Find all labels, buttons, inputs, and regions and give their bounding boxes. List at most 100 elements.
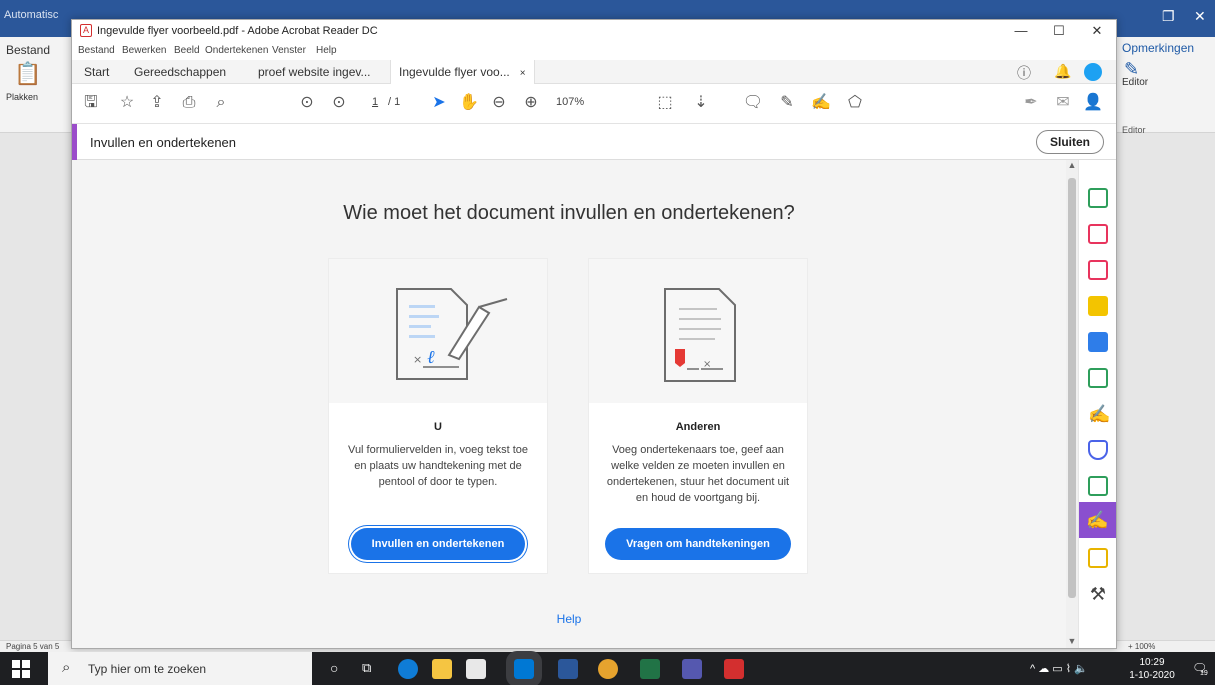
self-sign-illustration: × ℓ [329,259,547,403]
organize-pages-icon[interactable] [1088,224,1108,244]
tab-start[interactable]: Start [76,60,117,84]
edge-icon[interactable] [398,659,418,679]
teams-icon[interactable] [682,659,702,679]
combine-files-icon[interactable] [1088,332,1108,352]
stamp-icon[interactable]: ⬠ [844,92,866,114]
word-ribbon-right: Opmerkingen ✎ Editor Editor [1116,37,1215,135]
export-pdf-icon[interactable] [1088,188,1108,208]
previous-page-icon[interactable]: ⊙ [296,92,318,114]
close-window-icon[interactable]: ✕ [1078,22,1116,40]
sign-toolbar-icon[interactable]: ✍ [810,92,832,114]
word-file-tab[interactable]: Bestand [6,43,50,57]
comment-icon[interactable] [1088,296,1108,316]
scroll-down-icon[interactable]: ▼ [1066,636,1078,646]
help-link[interactable]: Help [72,612,1066,626]
restore-icon[interactable]: ❐ [1162,8,1175,25]
word-autosave-label[interactable]: Automatisc [4,9,58,21]
comments-button[interactable]: Opmerkingen [1122,41,1194,55]
next-page-icon[interactable]: ⊙ [328,92,350,114]
menu-file[interactable]: Bestand [78,45,115,56]
search-zoom-icon[interactable]: ⌕ [210,92,232,114]
measure-icon[interactable] [1088,476,1108,496]
request-signatures-button[interactable]: Vragen om handtekeningen [605,528,791,560]
email-icon[interactable]: ✉ [1052,92,1074,114]
taskbar-search-input[interactable]: Typ hier om te zoeken [88,662,206,676]
store-icon[interactable] [466,659,486,679]
paste-icon[interactable]: 📋 [14,61,41,87]
create-pdf-icon[interactable] [1088,260,1108,280]
others-sign-illustration: × [589,259,807,403]
tab-document-2[interactable]: Ingevulde flyer voo... × [390,60,535,84]
scroll-up-icon[interactable]: ▲ [1066,160,1078,170]
windows-start-icon[interactable] [12,660,30,678]
close-tab-icon[interactable]: × [520,68,526,79]
bookmark-star-icon[interactable]: ☆ [116,92,138,114]
hand-tool-icon[interactable]: ✋ [458,92,480,114]
task-view-icon[interactable]: ⧉ [362,660,371,676]
help-icon[interactable]: ⓘ [1017,63,1031,83]
minimize-icon[interactable]: — [1002,22,1040,40]
main-toolbar: 🖫 ☆ ⇪ ⎙ ⌕ ⊙ ⊙ 1 / 1 ➤ ✋ ⊖ ⊕ 107% ⬚ ⇣ 🗨 ✎… [72,84,1116,124]
menu-sign[interactable]: Ondertekenen [205,45,268,56]
chrome-icon[interactable] [598,659,618,679]
share-user-icon[interactable]: 👤 [1082,92,1104,114]
excel-icon[interactable] [640,659,660,679]
fit-page-icon[interactable]: ⬚ [654,92,676,114]
tab-document-1[interactable]: proef website ingev... [250,60,379,84]
more-tools-icon[interactable]: ⚒ [1088,584,1108,604]
acrobat-taskbar-icon[interactable] [724,659,744,679]
vertical-scrollbar[interactable]: ▲ ▼ [1066,160,1078,648]
taskbar-search[interactable]: ⌕ Typ hier om te zoeken [48,652,312,685]
outlook-icon[interactable] [506,651,542,685]
file-explorer-icon[interactable] [432,659,452,679]
fill-sign-toolbar-icon[interactable]: ✒ [1020,92,1042,114]
comment-toolbar-icon[interactable]: 🗨 [742,92,764,114]
account-avatar[interactable] [1084,63,1102,81]
print-icon[interactable]: ⎙ [178,92,200,114]
sign-icon[interactable]: ✍ [1088,404,1110,424]
fill-and-sign-button[interactable]: Invullen en ondertekenen [351,528,525,560]
fill-sign-icon[interactable]: ✍ [1079,502,1116,538]
system-tray-icons[interactable]: ^ ☁ ▭ ⌇ 🔈 [1030,662,1088,675]
fill-sign-panel: Wie moet het document invullen en ondert… [72,160,1066,648]
protect-icon[interactable] [1088,440,1108,460]
editor-group-label: Editor [1122,125,1146,135]
editor-button-label[interactable]: Editor [1122,77,1148,88]
maximize-icon[interactable]: ☐ [1040,22,1078,40]
card-you: × ℓ U Vul formuliervelden in, voeg tekst… [328,258,548,574]
acrobat-window: A Ingevulde flyer voorbeeld.pdf - Adobe … [71,19,1117,649]
taskbar-clock[interactable]: 10:29 1-10-2020 [1122,656,1182,682]
menu-edit[interactable]: Bewerken [122,45,166,56]
page-title: Wie moet het document invullen en ondert… [343,202,795,224]
svg-text:ℓ: ℓ [427,347,435,368]
notifications-icon[interactable]: 🔔 [1054,63,1071,80]
side-tools-pane: ✍ ✍ ⚒ [1078,160,1116,648]
tab-tools[interactable]: Gereedschappen [126,60,234,84]
zoom-out-icon[interactable]: ⊖ [488,92,510,114]
menu-help[interactable]: Help [316,45,337,56]
compress-icon[interactable] [1088,368,1108,388]
page-total-label: / 1 [388,96,401,108]
menu-view[interactable]: Beeld [174,45,200,56]
page-number-input[interactable]: 1 [372,96,378,108]
word-icon[interactable] [558,659,578,679]
select-arrow-icon[interactable]: ➤ [428,92,450,114]
zoom-in-icon[interactable]: ⊕ [520,92,542,114]
menu-window[interactable]: Venster [272,45,306,56]
close-icon[interactable]: ✕ [1194,8,1206,25]
upload-icon[interactable]: ⇪ [146,92,168,114]
zoom-level-select[interactable]: 107% [556,96,584,108]
fill-bar-title: Invullen en ondertekenen [90,135,237,150]
highlight-pen-icon[interactable]: ✎ [776,92,798,114]
fill-bar-accent [72,124,77,160]
paste-label[interactable]: Plakken [6,92,38,102]
save-icon[interactable]: 🖫 [80,92,102,114]
close-fill-sign-button[interactable]: Sluiten [1036,130,1104,154]
acrobat-logo-icon: A [80,24,92,37]
word-zoom-level[interactable]: + 100% [1128,642,1155,651]
send-review-icon[interactable] [1088,548,1108,568]
scrollbar-thumb[interactable] [1068,178,1076,598]
scroll-mode-icon[interactable]: ⇣ [690,92,712,114]
cortana-icon[interactable]: ○ [330,660,338,676]
svg-text:×: × [413,353,422,366]
